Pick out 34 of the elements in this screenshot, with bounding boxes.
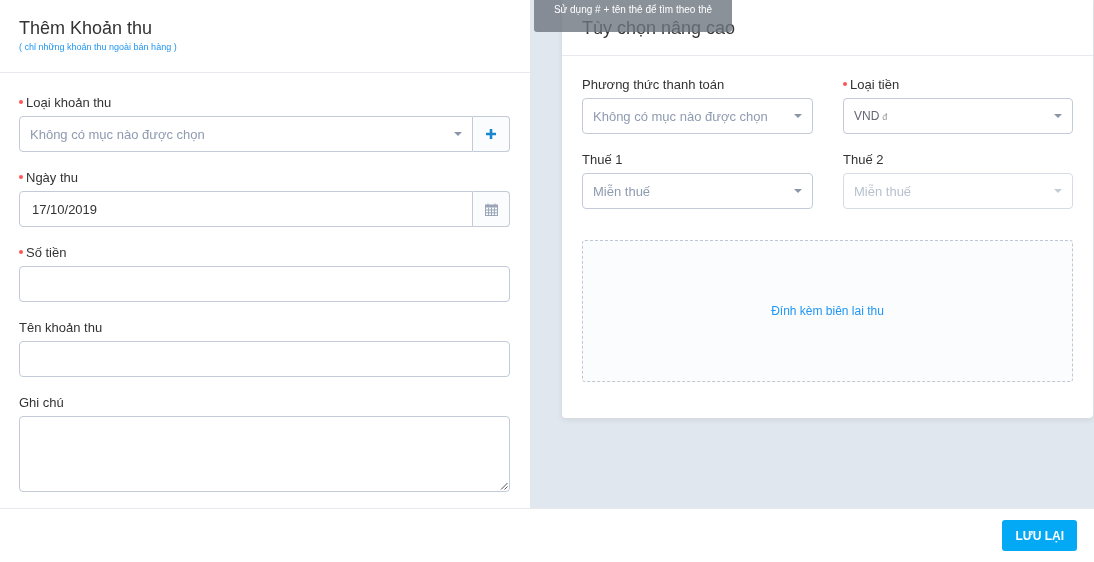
form-subtitle: ( chỉ những khoản thu ngoài bán hàng ) [19,42,178,52]
field-label: Thuế 1 [582,151,623,167]
calendar-icon [484,202,498,216]
select-field[interactable]: Không có mục nào được chọn [582,98,813,134]
notes-textarea[interactable] [19,416,510,492]
attach-receipt-link[interactable]: Đính kèm biên lai thu [771,304,884,318]
select-field[interactable]: VND đ [843,98,1073,134]
currency-symbol: đ [882,112,888,122]
form-title: Thêm Khoản thu [19,17,154,39]
select-field[interactable]: Không có mục nào được chọn [19,116,473,152]
attachment-dropzone[interactable]: Đính kèm biên lai thu [582,240,1073,382]
resize-grip-icon [500,482,508,490]
field-label: Phương thức thanh toán [582,76,725,92]
calendar-button[interactable] [473,191,510,227]
caret-icon [454,132,462,136]
select-field[interactable]: Miễn thuế [582,173,813,209]
plus-icon [485,128,497,140]
field-label: Loại khoản thu [26,94,112,110]
field-label: Số tiền [26,244,67,260]
field-label: Ngày thu [26,169,79,185]
field-label: Loại tiền [850,76,900,92]
field-label: Thuế 2 [843,151,884,167]
add-button[interactable] [473,116,510,152]
save-button[interactable]: LƯU LẠI [1002,520,1077,551]
field-label: Ghi chú [19,394,64,410]
text-input-field[interactable] [19,266,510,302]
caret-icon [794,189,802,193]
caret-icon [1054,114,1062,118]
caret-icon [1054,189,1062,193]
field-label: Tên khoản thu [19,319,103,335]
text-input-field[interactable] [19,341,510,377]
currency-value: VND [854,109,880,123]
date-field[interactable]: 17/10/2019 [19,191,473,227]
caret-icon [794,114,802,118]
